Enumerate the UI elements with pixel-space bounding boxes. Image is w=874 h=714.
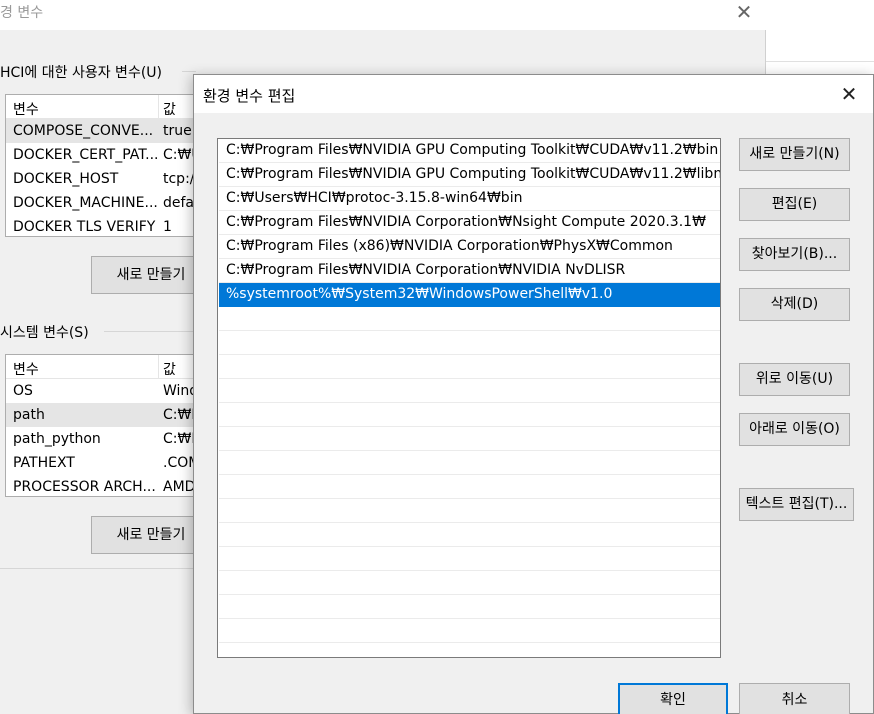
system-vars-label: 시스템 변수(S) <box>0 325 89 341</box>
move-down-button[interactable]: 아래로 이동(O) <box>739 413 850 446</box>
empty-path-slot[interactable] <box>219 595 720 619</box>
bg-close-icon[interactable]: ✕ <box>724 0 764 28</box>
user-vars-label: HCI에 대한 사용자 변수(U) <box>0 65 162 81</box>
empty-path-slot[interactable] <box>219 523 720 547</box>
close-icon[interactable]: ✕ <box>831 79 867 109</box>
empty-path-slot[interactable] <box>219 379 720 403</box>
column-header-name[interactable]: 변수 <box>13 99 159 119</box>
group-divider <box>104 331 194 332</box>
edit-button[interactable]: 편집(E) <box>739 188 850 221</box>
column-header-name[interactable]: 변수 <box>13 359 159 379</box>
background-window-strip <box>766 0 874 62</box>
empty-path-slot[interactable] <box>219 331 720 355</box>
delete-button[interactable]: 삭제(D) <box>739 288 850 321</box>
group-divider <box>182 71 196 72</box>
path-entry[interactable]: C:₩Program Files (x86)₩NVIDIA Corporatio… <box>219 235 720 259</box>
empty-path-slot[interactable] <box>219 499 720 523</box>
empty-path-slot[interactable] <box>219 355 720 379</box>
ok-button[interactable]: 확인 <box>618 683 728 714</box>
empty-path-slot[interactable] <box>219 307 720 331</box>
empty-path-slot[interactable] <box>219 427 720 451</box>
empty-path-slot[interactable] <box>219 571 720 595</box>
dialog-title-bar: 환경 변수 편집 ✕ <box>194 75 873 113</box>
group-divider <box>0 568 194 569</box>
empty-path-slot[interactable] <box>219 403 720 427</box>
path-entry[interactable]: C:₩Program Files₩NVIDIA GPU Computing To… <box>219 163 720 187</box>
browse-button[interactable]: 찾아보기(B)... <box>739 238 850 271</box>
path-entry[interactable]: C:₩Program Files₩NVIDIA Corporation₩NVID… <box>219 259 720 283</box>
path-entry[interactable]: C:₩Program Files₩NVIDIA GPU Computing To… <box>219 139 720 163</box>
dialog-title: 환경 변수 편집 <box>203 87 296 105</box>
edit-env-variable-dialog: 환경 변수 편집 ✕ C:₩Program Files₩NVIDIA GPU C… <box>193 74 874 714</box>
edit-text-button[interactable]: 텍스트 편집(T)... <box>739 488 854 521</box>
bg-title-bar: 경 변수 ✕ <box>0 0 766 30</box>
empty-path-slot[interactable] <box>219 451 720 475</box>
move-up-button[interactable]: 위로 이동(U) <box>739 363 850 396</box>
empty-path-slot[interactable] <box>219 619 720 643</box>
path-entries-list[interactable]: C:₩Program Files₩NVIDIA GPU Computing To… <box>217 138 721 658</box>
empty-path-slot[interactable] <box>219 475 720 499</box>
empty-path-slot[interactable] <box>219 547 720 571</box>
cancel-button[interactable]: 취소 <box>739 683 850 714</box>
path-entry[interactable]: C:₩Users₩HCI₩protoc-3.15.8-win64₩bin <box>219 187 720 211</box>
path-entry[interactable]: C:₩Program Files₩NVIDIA Corporation₩Nsig… <box>219 211 720 235</box>
bg-dialog-title: 경 변수 <box>0 5 44 21</box>
path-entry[interactable]: %systemroot%₩System32₩WindowsPowerShell₩… <box>219 283 720 307</box>
new-button[interactable]: 새로 만들기(N) <box>739 138 850 171</box>
